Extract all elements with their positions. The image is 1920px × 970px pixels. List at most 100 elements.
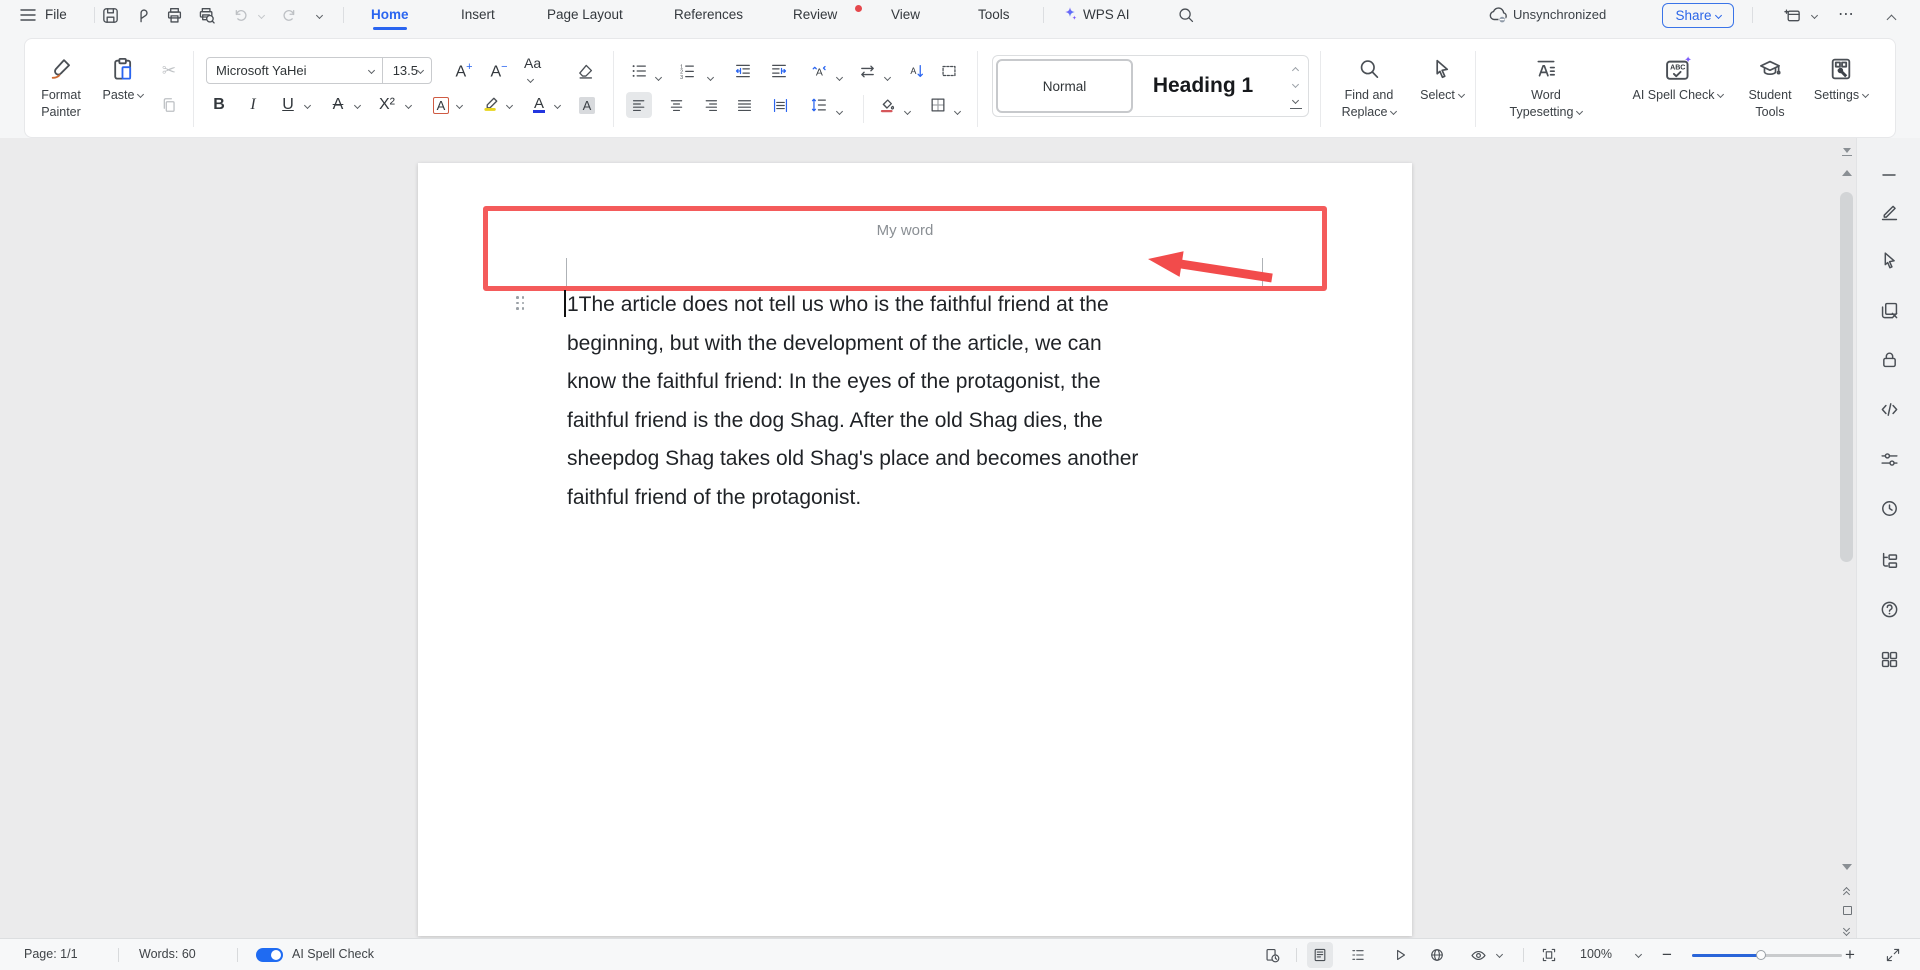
tab-insert[interactable]: Insert <box>461 0 495 30</box>
select-browse-object-button[interactable] <box>1843 906 1852 915</box>
italic-button[interactable]: I <box>240 92 266 118</box>
navigation-pane-button[interactable] <box>1874 545 1904 575</box>
ai-spell-check-button[interactable]: ABC AI Spell Check <box>1615 47 1741 135</box>
strikethrough-button[interactable]: A <box>325 92 351 118</box>
redo-button[interactable] <box>276 2 302 28</box>
wrap-chevron[interactable] <box>884 74 891 81</box>
print-preview-button[interactable] <box>193 2 219 28</box>
superscript-button[interactable]: X² <box>374 92 400 118</box>
document-body-text[interactable]: 1The article does not tell us who is the… <box>567 286 1138 518</box>
sort-button[interactable]: A <box>904 58 930 84</box>
style-heading1[interactable]: Heading 1 <box>1138 59 1268 113</box>
shading-chevron[interactable] <box>904 108 911 115</box>
hide-whitespace-button[interactable] <box>1840 146 1854 160</box>
word-typesetting-button[interactable]: Word Typesetting <box>1503 47 1589 135</box>
collapse-ribbon-chevron[interactable] <box>1887 15 1897 25</box>
shrink-font-button[interactable]: A− <box>486 58 512 84</box>
menu-file[interactable]: File <box>45 0 67 30</box>
character-border-button[interactable]: A <box>428 92 454 118</box>
tab-view[interactable]: View <box>891 0 920 30</box>
select-button[interactable]: Select <box>1410 47 1474 135</box>
line-spacing-button[interactable] <box>806 92 832 118</box>
paste-button[interactable]: Paste <box>95 47 151 135</box>
print-layout-view-button[interactable] <box>1307 942 1333 968</box>
strikethrough-chevron[interactable] <box>354 102 361 109</box>
web-layout-button[interactable] <box>1424 942 1450 968</box>
borders-chevron[interactable] <box>954 108 961 115</box>
options-sliders-button[interactable] <box>1874 444 1904 474</box>
font-color-chevron[interactable] <box>554 102 561 109</box>
font-size-select[interactable]: 13.5 <box>383 63 418 78</box>
share-button[interactable]: Share <box>1662 3 1734 28</box>
export-pdf-button[interactable] <box>129 2 155 28</box>
zoom-level[interactable]: 100% <box>1580 939 1612 970</box>
fit-page-button[interactable] <box>1536 942 1562 968</box>
fullscreen-button[interactable] <box>1880 942 1906 968</box>
underline-button[interactable]: U <box>275 92 301 118</box>
collapse-sidebar-button[interactable] <box>1874 160 1904 190</box>
character-shading-button[interactable]: A <box>574 92 600 118</box>
student-tools-button[interactable]: Student Tools <box>1741 47 1799 135</box>
protect-lock-button[interactable] <box>1874 344 1904 374</box>
font-color-button[interactable]: A <box>526 92 552 118</box>
tab-page-layout[interactable]: Page Layout <box>547 0 623 30</box>
align-right-button[interactable] <box>697 92 723 118</box>
help-button[interactable] <box>1874 594 1904 624</box>
tab-tools[interactable]: Tools <box>978 0 1010 30</box>
eye-protection-button[interactable] <box>1465 942 1491 968</box>
font-name-select[interactable]: Microsoft YaHei <box>207 63 365 78</box>
bullets-button[interactable] <box>626 58 652 84</box>
find-replace-button[interactable]: Find and Replace <box>1338 47 1400 135</box>
distribute-button[interactable] <box>767 92 793 118</box>
outline-view-button[interactable] <box>1345 942 1371 968</box>
zoom-slider-thumb[interactable] <box>1756 950 1766 960</box>
select-tool-button[interactable] <box>1874 245 1904 275</box>
apps-grid-button[interactable] <box>1874 644 1904 674</box>
more-options-button[interactable]: ⋯ <box>1838 0 1855 30</box>
read-mode-button[interactable] <box>1387 942 1413 968</box>
clear-formatting-button[interactable] <box>572 58 598 84</box>
tab-review[interactable]: Review <box>793 0 837 30</box>
font-size-chevron[interactable] <box>417 67 424 74</box>
bullets-chevron[interactable] <box>655 74 662 81</box>
show-marks-button[interactable] <box>936 58 962 84</box>
sync-status-button[interactable] <box>1485 2 1511 28</box>
quickbar-more-chevron[interactable] <box>316 12 323 19</box>
styles-scroll-up[interactable] <box>1292 67 1299 74</box>
undo-button[interactable] <box>228 2 254 28</box>
numbering-button[interactable]: 123 <box>674 58 700 84</box>
text-direction-chevron[interactable] <box>836 74 843 81</box>
vertical-scrollbar-thumb[interactable] <box>1840 192 1853 562</box>
zoom-out-button[interactable]: − <box>1662 939 1672 970</box>
format-painter-button[interactable]: Format Painter <box>31 47 91 135</box>
grow-font-button[interactable]: A+ <box>451 58 477 84</box>
ai-spell-check-toggle[interactable] <box>256 948 283 962</box>
highlight-color-chevron[interactable] <box>506 102 513 109</box>
undo-options-chevron[interactable] <box>258 12 265 19</box>
tab-references[interactable]: References <box>674 0 743 30</box>
print-button[interactable] <box>161 2 187 28</box>
superscript-chevron[interactable] <box>405 102 412 109</box>
switch-window-button[interactable] <box>1779 2 1805 28</box>
styles-scroll-down[interactable] <box>1292 81 1299 88</box>
align-left-button[interactable] <box>626 92 652 118</box>
bold-button[interactable]: B <box>206 92 232 118</box>
tab-wps-ai[interactable]: WPS AI <box>1062 0 1130 30</box>
increase-indent-button[interactable] <box>766 58 792 84</box>
line-spacing-chevron[interactable] <box>836 108 843 115</box>
global-search-button[interactable] <box>1173 2 1199 28</box>
highlight-color-button[interactable] <box>478 90 504 116</box>
save-button[interactable] <box>97 2 123 28</box>
history-button[interactable] <box>1874 493 1904 523</box>
settings-button[interactable]: Settings <box>1803 47 1879 135</box>
paragraph-drag-handle[interactable] <box>516 296 526 311</box>
font-name-chevron[interactable] <box>368 67 375 74</box>
switch-window-chevron[interactable] <box>1811 12 1818 19</box>
text-direction-button[interactable]: A <box>806 58 832 84</box>
word-count[interactable]: Words: 60 <box>139 939 196 970</box>
underline-chevron[interactable] <box>304 102 311 109</box>
change-case-button[interactable]: Aa <box>524 58 550 84</box>
eye-protection-chevron[interactable] <box>1496 951 1503 958</box>
styles-more[interactable] <box>1292 97 1299 104</box>
style-normal[interactable]: Normal <box>996 59 1133 113</box>
